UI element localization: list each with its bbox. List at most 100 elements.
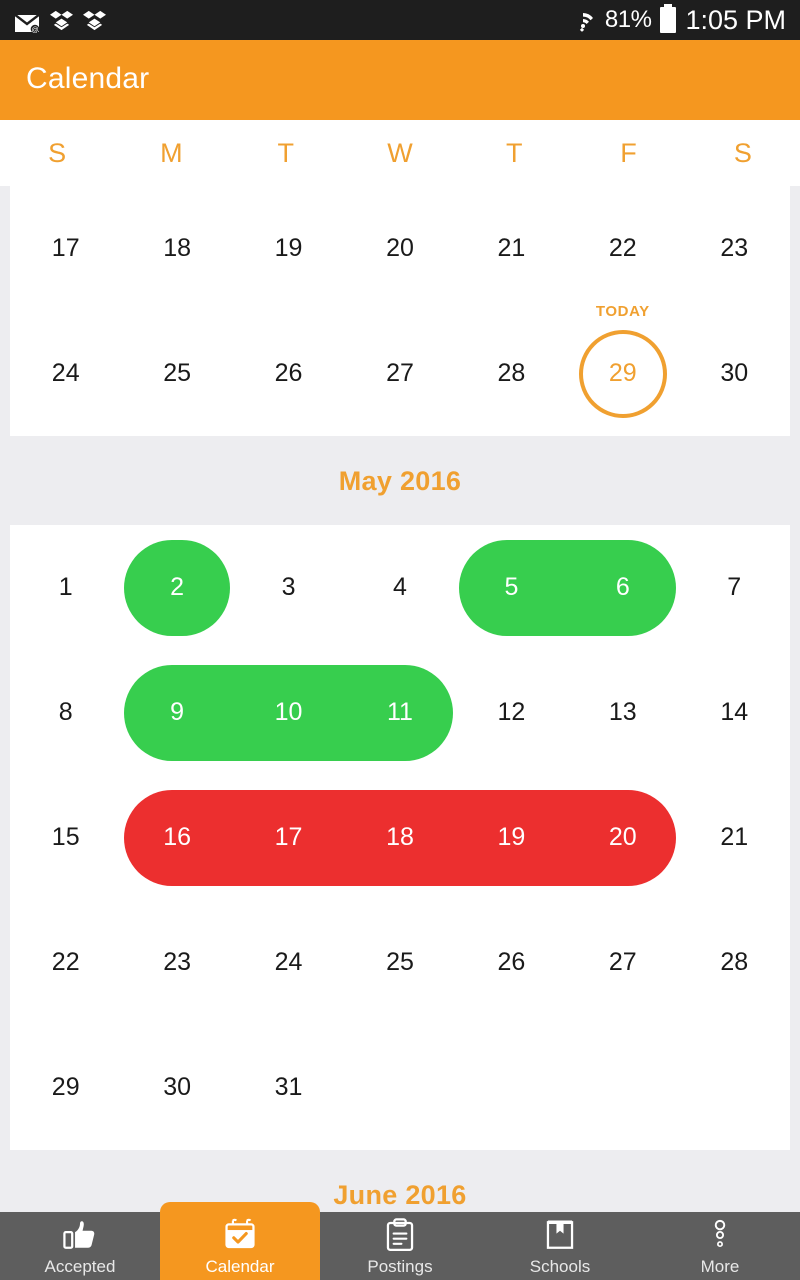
battery-percent-label: 81% — [604, 6, 652, 33]
day-cell[interactable]: 21 — [679, 775, 790, 900]
day-cell[interactable]: 30 — [679, 311, 790, 436]
weekday-header-row: SMTWTFS — [0, 118, 800, 186]
day-cell[interactable]: 24 — [10, 311, 121, 436]
day-cell[interactable]: 13 — [567, 650, 678, 775]
wifi-icon — [570, 7, 596, 33]
nav-item-label: Schools — [529, 1256, 591, 1276]
day-cell-empty — [456, 1025, 567, 1150]
app-bar: Calendar — [0, 40, 800, 118]
day-cell[interactable]: 17 — [10, 186, 121, 311]
day-cell[interactable]: 23 — [121, 900, 232, 1025]
day-cell[interactable]: 31 — [233, 1025, 344, 1150]
week-row: 17 18 19 20 21 22 23 — [10, 186, 790, 311]
week-row: 15 16 17 18 19 20 21 — [10, 775, 790, 900]
day-cell[interactable]: 22 — [10, 900, 121, 1025]
week-row: 1234567 — [10, 525, 790, 650]
day-cell[interactable]: 1 — [10, 525, 121, 650]
day-cell[interactable]: 12 — [456, 650, 567, 775]
day-cell[interactable]: 28 — [679, 900, 790, 1025]
day-cell[interactable]: 17 — [233, 775, 344, 900]
weekday-label-5: F — [620, 137, 637, 168]
nav-item-label: Postings — [367, 1256, 433, 1276]
day-cell[interactable]: 3 — [233, 525, 344, 650]
svg-text:@: @ — [31, 27, 38, 33]
status-bar: @ 81% 1:05 PM — [0, 0, 800, 40]
bottom-navigation-bar[interactable]: Accepted Calendar Postings Schools More — [0, 1202, 800, 1280]
nav-item-label: Accepted — [44, 1256, 116, 1276]
weekday-label-4: T — [506, 137, 523, 168]
day-cell[interactable]: 9 — [121, 650, 232, 775]
day-cell[interactable]: 28 — [456, 311, 567, 436]
nav-item-accepted[interactable]: Accepted — [0, 1212, 160, 1280]
today-marker: TODAY 29 — [567, 303, 678, 436]
week-row: 22 23 24 25 26 27 28 — [10, 900, 790, 1025]
week-row: 24 25 26 27 28 TODAY 29 30 — [10, 303, 790, 436]
day-cell[interactable]: 18 — [121, 186, 232, 311]
page-title: Calendar — [26, 62, 150, 95]
week-row: 29 30 31 — [10, 1025, 790, 1150]
day-cell[interactable]: 16 — [121, 775, 232, 900]
day-cell[interactable]: 4 — [344, 525, 455, 650]
day-cell[interactable]: 29 — [10, 1025, 121, 1150]
dropbox-icon — [50, 9, 73, 32]
book-bookmark-icon — [543, 1218, 577, 1252]
day-cell[interactable]: 30 — [121, 1025, 232, 1150]
day-cell[interactable]: 26 — [233, 311, 344, 436]
week-row: 8 9 10 11 12 13 14 — [10, 650, 790, 775]
day-cell[interactable]: 27 — [567, 900, 678, 1025]
day-cell[interactable]: 23 — [679, 186, 790, 311]
weekday-label-2: T — [277, 137, 294, 168]
weekday-label-3: W — [387, 137, 413, 168]
mail-icon: @ — [13, 11, 41, 34]
status-bar-left-icons: @ — [13, 9, 106, 34]
day-cell[interactable]: 25 — [121, 311, 232, 436]
status-bar-right-icons: 81% 1:05 PM — [570, 4, 786, 36]
day-cell[interactable]: 6 — [567, 525, 678, 650]
nav-item-postings[interactable]: Postings — [320, 1212, 480, 1280]
dropbox-icon — [83, 9, 106, 32]
day-cell[interactable]: 20 — [567, 775, 678, 900]
day-cell[interactable]: 8 — [10, 650, 121, 775]
today-label: TODAY — [595, 303, 650, 320]
nav-item-more[interactable]: More — [640, 1212, 800, 1280]
day-cell[interactable]: 26 — [456, 900, 567, 1025]
calendar-check-icon — [223, 1218, 257, 1252]
battery-icon — [660, 4, 677, 33]
day-cell[interactable]: 14 — [679, 650, 790, 775]
month-card: 1 2 3 4 5 6 7 8 9 10 11 12 13 14 15 16 17 18 19 20 21 22 23 24 2… — [10, 525, 790, 1150]
weekday-label-6: S — [733, 137, 752, 168]
thumbs-up-icon — [63, 1218, 97, 1252]
weekday-label-1: M — [160, 137, 183, 168]
day-cell[interactable]: 25 — [344, 900, 455, 1025]
day-cell[interactable]: 11 — [344, 650, 455, 775]
day-cell-empty — [567, 1025, 678, 1150]
day-cell-empty — [679, 1025, 790, 1150]
month-title: May 2016 — [0, 436, 800, 525]
today-ring — [578, 329, 667, 418]
day-cell[interactable]: 20 — [344, 186, 455, 311]
nav-item-label: Calendar — [205, 1256, 275, 1276]
nav-item-schools[interactable]: Schools — [480, 1212, 640, 1280]
day-cell[interactable]: 2 — [121, 525, 232, 650]
day-cell-empty — [344, 1025, 455, 1150]
day-cell[interactable]: 18 — [344, 775, 455, 900]
calendar-scroll-area[interactable]: 17 18 19 20 21 22 23 24 25 26 27 28 TODAY 29 30 May 201… — [0, 186, 800, 1280]
more-dots-icon — [703, 1218, 737, 1252]
day-cell[interactable]: 5 — [456, 525, 567, 650]
clock-label: 1:05 PM — [685, 4, 786, 35]
day-cell[interactable]: 7 — [679, 525, 790, 650]
weekday-label-0: S — [48, 137, 67, 168]
nav-item-calendar[interactable]: Calendar — [160, 1202, 320, 1280]
day-cell[interactable]: 22 — [567, 186, 678, 311]
day-cell[interactable]: 24 — [233, 900, 344, 1025]
month-card: 17 18 19 20 21 22 23 24 25 26 27 28 TODAY 29 30 — [10, 186, 790, 436]
day-cell[interactable]: 10 — [233, 650, 344, 775]
day-cell[interactable]: 27 — [344, 311, 455, 436]
nav-item-label: More — [700, 1256, 740, 1276]
day-cell[interactable]: 19 — [456, 775, 567, 900]
day-cell[interactable]: TODAY 29 — [567, 303, 678, 436]
day-cell[interactable]: 15 — [10, 775, 121, 900]
clipboard-icon — [383, 1217, 417, 1252]
day-cell[interactable]: 19 — [233, 186, 344, 311]
day-cell[interactable]: 21 — [456, 186, 567, 311]
